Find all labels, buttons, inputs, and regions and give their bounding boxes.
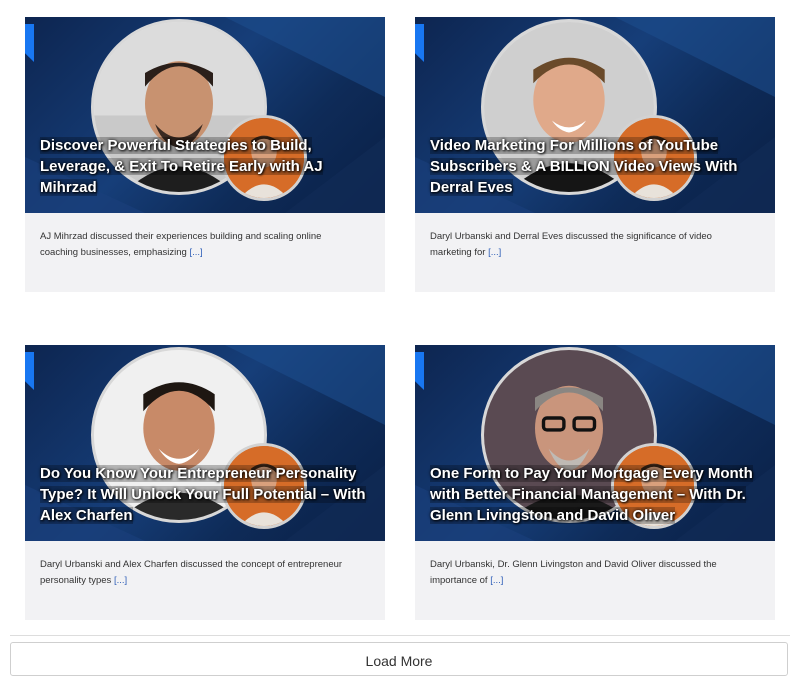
post-card[interactable]: Video Marketing For Millions of YouTube … (415, 17, 775, 292)
post-thumbnail[interactable]: Video Marketing For Millions of YouTube … (415, 17, 775, 213)
post-title[interactable]: Discover Powerful Strategies to Build, L… (40, 135, 370, 198)
post-card[interactable]: Do You Know Your Entrepreneur Personalit… (25, 345, 385, 620)
post-title[interactable]: One Form to Pay Your Mortgage Every Mont… (430, 463, 760, 526)
post-thumbnail[interactable]: Discover Powerful Strategies to Build, L… (25, 17, 385, 213)
post-thumbnail[interactable]: One Form to Pay Your Mortgage Every Mont… (415, 345, 775, 541)
read-more-link[interactable]: [...] (490, 575, 503, 586)
excerpt-text: Daryl Urbanski and Derral Eves discussed… (430, 231, 712, 258)
read-more-link[interactable]: [...] (189, 247, 202, 258)
post-excerpt: Daryl Urbanski, Dr. Glenn Livingston and… (430, 557, 750, 589)
post-card[interactable]: Discover Powerful Strategies to Build, L… (25, 17, 385, 292)
load-more-button[interactable]: Load More (10, 642, 788, 676)
post-title[interactable]: Do You Know Your Entrepreneur Personalit… (40, 463, 370, 526)
excerpt-text: Daryl Urbanski, Dr. Glenn Livingston and… (430, 559, 717, 586)
excerpt-text: Daryl Urbanski and Alex Charfen discusse… (40, 559, 343, 586)
post-card[interactable]: One Form to Pay Your Mortgage Every Mont… (415, 345, 775, 620)
excerpt-text: AJ Mihrzad discussed their experiences b… (40, 231, 322, 258)
post-excerpt: Daryl Urbanski and Alex Charfen discusse… (40, 557, 360, 589)
post-title[interactable]: Video Marketing For Millions of YouTube … (430, 135, 760, 198)
divider (10, 635, 790, 636)
post-thumbnail[interactable]: Do You Know Your Entrepreneur Personalit… (25, 345, 385, 541)
read-more-link[interactable]: [...] (488, 247, 501, 258)
post-excerpt: AJ Mihrzad discussed their experiences b… (40, 229, 360, 261)
post-excerpt: Daryl Urbanski and Derral Eves discussed… (430, 229, 750, 261)
read-more-link[interactable]: [...] (114, 575, 127, 586)
